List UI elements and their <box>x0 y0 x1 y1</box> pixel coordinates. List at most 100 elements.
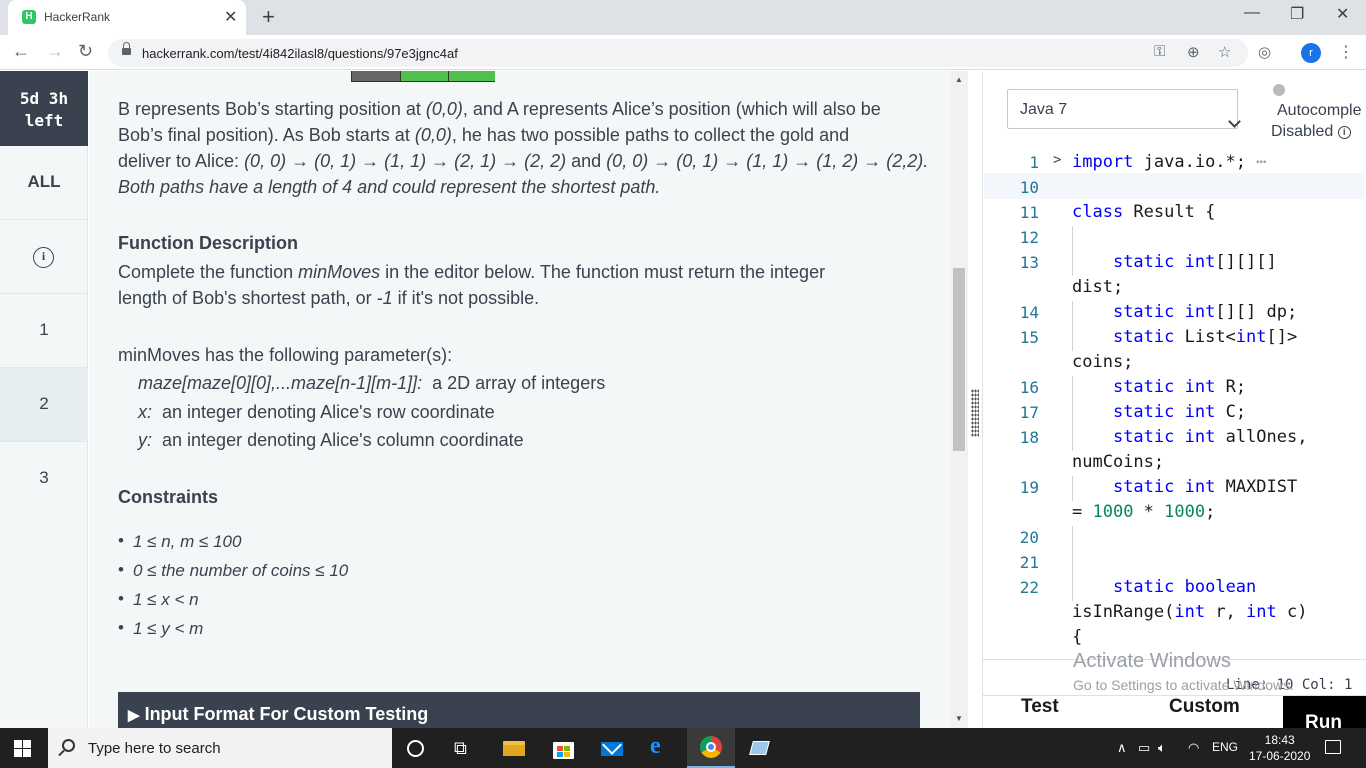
nav-question-3-label: 3 <box>39 468 49 487</box>
forward-arrow-icon[interactable]: → <box>46 41 64 62</box>
windows-taskbar: Type here to search ⧉ e ∧ ▭ 🔈︎ ◠ ENG 18:… <box>0 728 1366 768</box>
constraint-item: 1 ≤ x < n <box>118 589 198 610</box>
code-line-wrap: numCoins; <box>1072 452 1165 472</box>
code-line: 12 <box>983 226 1366 251</box>
nav-question-1-label: 1 <box>39 320 49 339</box>
activate-windows-hint: Go to Settings to activate Windows. <box>1073 677 1294 693</box>
extension-icon[interactable]: ◎ <box>1258 43 1271 61</box>
search-icon <box>62 739 75 752</box>
back-arrow-icon[interactable]: ← <box>12 41 30 62</box>
function-description-text: Complete the function minMoves in the ed… <box>118 262 826 308</box>
language-indicator[interactable]: ENG <box>1212 740 1238 754</box>
taskbar-clock[interactable]: 18:43 17-06-2020 <box>1249 732 1310 764</box>
timer-label: left <box>24 111 64 130</box>
scroll-up-icon[interactable]: ▲ <box>955 75 963 84</box>
code-line: 19 static int MAXDIST <box>983 476 1366 501</box>
task-view-icon[interactable]: ⧉ <box>454 738 467 759</box>
key-icon[interactable]: ⚿ <box>1154 43 1165 60</box>
tab-title: HackerRank <box>44 10 111 24</box>
info-icon: i <box>1337 126 1351 139</box>
reload-icon[interactable]: ↻ <box>78 41 93 62</box>
constraint-item: 1 ≤ y < m <box>118 618 203 639</box>
code-line: 13 static int[][][] <box>983 251 1366 276</box>
problem-scrollbar[interactable]: ▲ ▼ <box>951 71 968 728</box>
editor-footer: Test Custom Run <box>983 695 1366 729</box>
code-line-wrap: coins; <box>1072 352 1134 372</box>
search-placeholder: Type here to search <box>88 740 221 757</box>
mail-icon[interactable] <box>600 735 624 760</box>
edge-icon[interactable]: e <box>650 733 674 759</box>
problem-statement: B represents Bob’s starting position at … <box>89 71 951 728</box>
code-line-wrap: isInRange(int r, int c) <box>1072 602 1308 622</box>
input-format-label: Input Format For Custom Testing <box>144 704 429 724</box>
parameter-maze: maze[maze[0][0],...maze[n-1][m-1]]: a 2D… <box>138 373 606 393</box>
app-icon[interactable] <box>748 736 772 760</box>
example-explanation: B represents Bob’s starting position at … <box>118 99 929 197</box>
restore-button[interactable]: ❐ <box>1290 4 1304 24</box>
code-editor-panel: Java 7 Autocomple Disabled i 1 > import … <box>982 71 1366 729</box>
time-left-indicator: 5d 3h left <box>0 71 88 146</box>
nav-question-3[interactable]: 3 <box>0 442 88 516</box>
volume-icon[interactable]: 🔈︎ <box>1158 740 1166 756</box>
constraints-heading: Constraints <box>118 487 219 507</box>
url-text[interactable]: hackerrank.com/test/4i842ilasl8/question… <box>142 46 458 61</box>
code-line: 15 static List<int[]> <box>983 326 1366 351</box>
language-select[interactable]: Java 7 <box>1007 89 1241 129</box>
scroll-thumb[interactable] <box>953 268 965 451</box>
show-hidden-icons[interactable]: ∧ <box>1117 740 1127 756</box>
notification-icon[interactable] <box>1325 740 1341 754</box>
fold-arrow-icon[interactable]: > <box>1053 152 1061 168</box>
chrome-icon <box>700 736 722 758</box>
code-line: 22 static boolean <box>983 576 1366 601</box>
code-line: 18 static int allOnes, <box>983 426 1366 451</box>
profile-avatar[interactable]: r <box>1301 43 1321 63</box>
browser-tab[interactable]: H HackerRank ✕ <box>8 0 246 35</box>
code-line: 11 class Result { <box>1019 202 1216 222</box>
minimize-button[interactable]: — <box>1244 4 1260 22</box>
input-format-toggle[interactable]: ▶ Input Format For Custom Testing <box>118 692 920 728</box>
code-line-wrap: = 1000 * 1000; <box>1072 502 1216 522</box>
timer-value: 5d 3h <box>19 89 69 108</box>
address-bar[interactable]: hackerrank.com/test/4i842ilasl8/question… <box>108 39 1248 67</box>
new-tab-button[interactable]: + <box>262 4 275 30</box>
chrome-taskbar-item[interactable] <box>687 728 735 768</box>
nav-info[interactable]: i <box>0 220 88 294</box>
code-area[interactable]: 1 > import java.io.*; ⋯ 10 11 class Resu… <box>983 151 1366 656</box>
autocomplete-status[interactable]: Disabled i <box>1271 123 1351 141</box>
browser-menu-icon[interactable]: ⋮ <box>1338 42 1354 62</box>
code-line: 16 static int R; <box>983 376 1366 401</box>
run-label: Run <box>1305 712 1342 729</box>
status-dot-icon <box>1273 84 1285 96</box>
cortana-icon[interactable] <box>407 740 424 757</box>
parameter-x: x: an integer denoting Alice's row coord… <box>138 402 495 422</box>
nav-question-2[interactable]: 2 <box>0 368 88 442</box>
run-code-button[interactable]: Run <box>1283 696 1366 729</box>
battery-icon[interactable]: ▭ <box>1138 740 1150 756</box>
code-line-wrap: dist; <box>1072 277 1124 297</box>
clock-date: 17-06-2020 <box>1249 749 1311 763</box>
test-results-tab[interactable]: Test <box>1021 696 1059 718</box>
code-line: 21 <box>983 551 1366 576</box>
lock-icon <box>122 42 131 56</box>
windows-start-icon[interactable] <box>14 740 31 757</box>
taskbar-search[interactable]: Type here to search <box>48 728 392 768</box>
custom-input-tab[interactable]: Custom <box>1169 696 1240 718</box>
maze-figure <box>351 71 495 82</box>
store-icon[interactable] <box>552 736 576 760</box>
nav-all-label: ALL <box>27 172 61 191</box>
question-navigator: 5d 3h left ALL i 1 2 3 <box>0 71 88 728</box>
hackerrank-favicon-icon: H <box>22 10 36 24</box>
close-window-button[interactable]: ✕ <box>1336 4 1349 24</box>
wifi-icon[interactable]: ◠ <box>1188 740 1199 756</box>
file-explorer-icon[interactable] <box>503 736 527 760</box>
nav-all[interactable]: ALL <box>0 146 88 220</box>
tab-close-icon[interactable]: ✕ <box>224 7 237 27</box>
autocomplete-label[interactable]: Autocomple <box>1277 102 1362 120</box>
function-description-heading: Function Description <box>118 233 298 253</box>
constraint-item: 0 ≤ the number of coins ≤ 10 <box>118 560 348 581</box>
scroll-down-icon[interactable]: ▼ <box>955 714 963 723</box>
zoom-icon[interactable]: ⊕ <box>1187 43 1200 61</box>
nav-question-1[interactable]: 1 <box>0 294 88 368</box>
bookmark-star-icon[interactable]: ☆ <box>1218 43 1231 61</box>
panel-resize-handle[interactable] <box>968 71 982 728</box>
